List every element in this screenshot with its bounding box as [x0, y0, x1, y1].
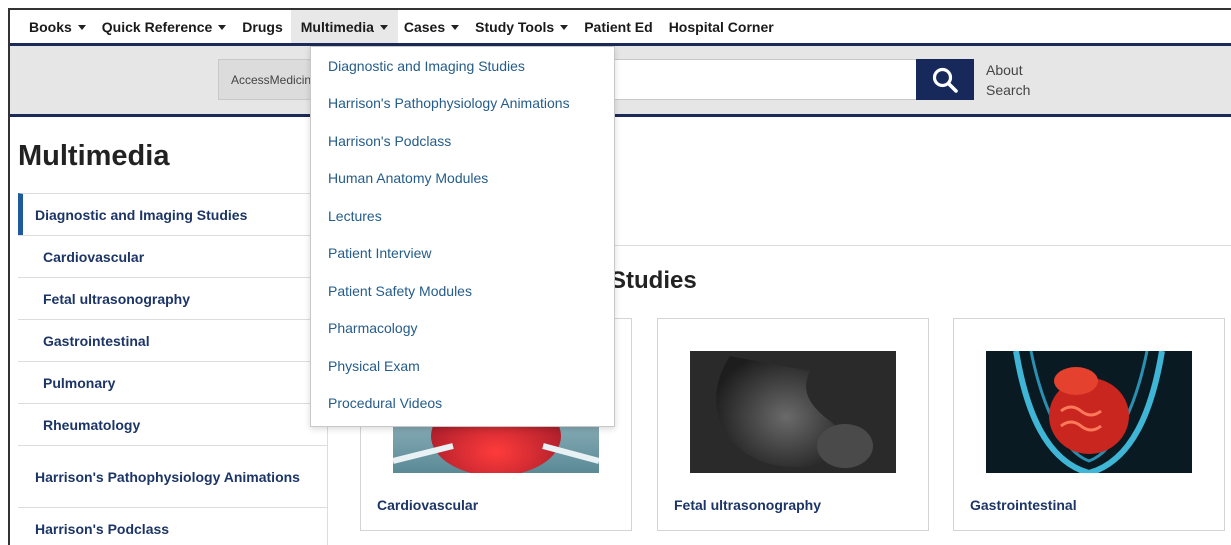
- nav-multimedia[interactable]: Multimedia: [290, 10, 398, 43]
- card-caption: Gastrointestinal: [970, 497, 1077, 513]
- caret-down-icon: [560, 25, 569, 30]
- menu-item-lectures[interactable]: Lectures: [311, 197, 614, 235]
- menu-item-patient-safety[interactable]: Patient Safety Modules: [311, 272, 614, 310]
- nav-hospital-corner-label: Hospital Corner: [668, 18, 774, 35]
- multimedia-dropdown-menu: Diagnostic and Imaging Studies Harrison'…: [310, 46, 615, 427]
- nav-quick-reference-label: Quick Reference: [101, 18, 213, 35]
- nav-patient-ed-label: Patient Ed: [584, 18, 653, 35]
- nav-cases[interactable]: Cases: [402, 10, 461, 43]
- menu-item-patient-interview[interactable]: Patient Interview: [311, 235, 614, 273]
- sidebar-item-podclass[interactable]: Harrison's Podclass: [18, 507, 328, 545]
- page-title: Multimedia: [18, 140, 170, 172]
- sidebar-item-rheumatology[interactable]: Rheumatology: [18, 403, 328, 445]
- nav-cases-label: Cases: [403, 18, 446, 35]
- gastrointestinal-thumbnail: [986, 351, 1192, 473]
- caret-down-icon: [218, 25, 227, 30]
- card-gastrointestinal[interactable]: Gastrointestinal: [953, 318, 1225, 531]
- search-button[interactable]: [916, 59, 974, 100]
- nav-drugs[interactable]: Drugs: [240, 10, 284, 43]
- nav-patient-ed[interactable]: Patient Ed: [582, 10, 654, 43]
- search-icon: [932, 67, 958, 93]
- fetus-image: [690, 351, 896, 473]
- sidebar: Diagnostic and Imaging Studies Cardiovas…: [18, 193, 328, 545]
- menu-item-physical-exam[interactable]: Physical Exam: [311, 347, 614, 385]
- fetal-thumbnail: [690, 351, 896, 473]
- menu-item-diagnostic-imaging[interactable]: Diagnostic and Imaging Studies: [311, 47, 614, 85]
- search-band: AccessMedicine About Search: [10, 46, 1231, 117]
- nav-drugs-label: Drugs: [242, 18, 283, 35]
- section-title: Studies: [610, 267, 697, 294]
- search-scope-select[interactable]: AccessMedicine: [218, 59, 318, 100]
- nav-study-tools[interactable]: Study Tools: [473, 10, 570, 43]
- card-caption: Cardiovascular: [377, 497, 479, 513]
- caret-down-icon: [451, 25, 460, 30]
- card-fetal-ultrasonography[interactable]: Fetal ultrasonography: [657, 318, 929, 531]
- nav-hospital-corner[interactable]: Hospital Corner: [667, 10, 776, 43]
- about-search-link[interactable]: About Search: [986, 60, 1046, 100]
- top-navigation: Books Quick Reference Drugs Multimedia C…: [10, 10, 1231, 46]
- menu-item-pathophysiology-animations[interactable]: Harrison's Pathophysiology Animations: [311, 85, 614, 123]
- card-caption: Fetal ultrasonography: [674, 497, 822, 513]
- menu-item-procedural-videos[interactable]: Procedural Videos: [311, 385, 614, 423]
- sidebar-item-cardiovascular[interactable]: Cardiovascular: [18, 235, 328, 277]
- sidebar-item-diagnostic-imaging[interactable]: Diagnostic and Imaging Studies: [18, 193, 328, 235]
- nav-books-label: Books: [29, 18, 72, 35]
- nav-quick-reference[interactable]: Quick Reference: [100, 10, 229, 43]
- sidebar-item-pathophysiology-animations[interactable]: Harrison's Pathophysiology Animations: [18, 445, 328, 507]
- nav-multimedia-label: Multimedia: [300, 18, 374, 35]
- search-scope-label: AccessMedicine: [231, 72, 318, 87]
- menu-item-anatomy-modules[interactable]: Human Anatomy Modules: [311, 160, 614, 198]
- page-frame: Books Quick Reference Drugs Multimedia C…: [8, 8, 1231, 545]
- menu-item-pharmacology[interactable]: Pharmacology: [311, 310, 614, 348]
- sidebar-item-fetal-ultrasonography[interactable]: Fetal ultrasonography: [18, 277, 328, 319]
- sidebar-item-pulmonary[interactable]: Pulmonary: [18, 361, 328, 403]
- menu-item-podclass[interactable]: Harrison's Podclass: [311, 122, 614, 160]
- nav-books[interactable]: Books: [27, 10, 88, 43]
- caret-down-icon: [379, 25, 388, 30]
- intestine-image: [986, 351, 1192, 473]
- nav-study-tools-label: Study Tools: [475, 18, 555, 35]
- caret-down-icon: [77, 25, 86, 30]
- sidebar-item-gastrointestinal[interactable]: Gastrointestinal: [18, 319, 328, 361]
